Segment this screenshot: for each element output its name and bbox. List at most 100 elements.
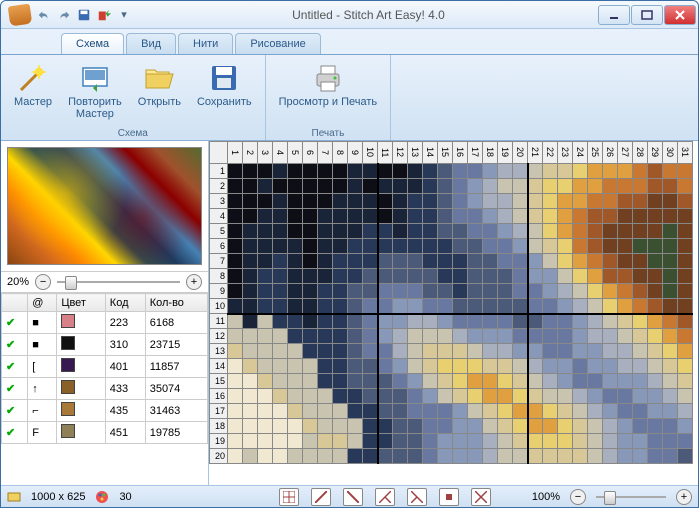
grid-cell[interactable] (588, 359, 603, 374)
grid-cell[interactable] (528, 224, 543, 239)
grid-cell[interactable] (258, 449, 273, 464)
grid-cell[interactable] (663, 419, 678, 434)
grid-cell[interactable] (618, 389, 633, 404)
grid-cell[interactable] (318, 269, 333, 284)
check-icon[interactable]: ✔ (2, 356, 28, 378)
grid-cell[interactable] (558, 179, 573, 194)
grid-cell[interactable] (228, 449, 243, 464)
grid-cell[interactable] (453, 449, 468, 464)
grid-cell[interactable] (663, 299, 678, 314)
grid-cell[interactable] (228, 314, 243, 329)
grid-cell[interactable] (243, 269, 258, 284)
grid-cell[interactable] (558, 314, 573, 329)
grid-cell[interactable] (423, 314, 438, 329)
grid-cell[interactable] (678, 269, 693, 284)
grid-cell[interactable] (468, 419, 483, 434)
grid-cell[interactable] (648, 359, 663, 374)
grid-cell[interactable] (498, 314, 513, 329)
grid-cell[interactable] (318, 164, 333, 179)
grid-cell[interactable] (498, 239, 513, 254)
grid-cell[interactable] (408, 194, 423, 209)
grid-cell[interactable] (333, 194, 348, 209)
open-button[interactable]: Открыть (131, 58, 188, 127)
grid-cell[interactable] (258, 299, 273, 314)
grid-cell[interactable] (423, 239, 438, 254)
grid-cell[interactable] (513, 179, 528, 194)
grid-cell[interactable] (498, 224, 513, 239)
grid-cell[interactable] (393, 164, 408, 179)
grid-cell[interactable] (318, 344, 333, 359)
grid-cell[interactable] (228, 254, 243, 269)
grid-cell[interactable] (348, 344, 363, 359)
grid-cell[interactable] (528, 359, 543, 374)
grid-cell[interactable] (468, 209, 483, 224)
grid-cell[interactable] (618, 209, 633, 224)
grid-cell[interactable] (483, 449, 498, 464)
grid-cell[interactable] (423, 164, 438, 179)
grid-cell[interactable] (258, 374, 273, 389)
grid-cell[interactable] (663, 209, 678, 224)
grid-cell[interactable] (453, 374, 468, 389)
grid-cell[interactable] (453, 209, 468, 224)
grid-cell[interactable] (543, 194, 558, 209)
grid-cell[interactable] (408, 344, 423, 359)
grid-cell[interactable] (543, 419, 558, 434)
grid-cell[interactable] (303, 389, 318, 404)
grid-cell[interactable] (408, 434, 423, 449)
grid-cell[interactable] (633, 209, 648, 224)
grid-cell[interactable] (453, 329, 468, 344)
grid-cell[interactable] (273, 374, 288, 389)
grid-cell[interactable] (468, 179, 483, 194)
grid-cell[interactable] (498, 299, 513, 314)
grid-cell[interactable] (588, 449, 603, 464)
grid-cell[interactable] (408, 224, 423, 239)
grid-cell[interactable] (663, 344, 678, 359)
grid-cell[interactable] (303, 254, 318, 269)
grid-cell[interactable] (588, 254, 603, 269)
grid-cell[interactable] (228, 179, 243, 194)
grid-cell[interactable] (663, 314, 678, 329)
grid-cell[interactable] (633, 239, 648, 254)
grid-cell[interactable] (633, 314, 648, 329)
grid-cell[interactable] (528, 374, 543, 389)
grid-cell[interactable] (378, 389, 393, 404)
grid-cell[interactable] (363, 434, 378, 449)
grid-cell[interactable] (438, 284, 453, 299)
grid-cell[interactable] (603, 449, 618, 464)
grid-cell[interactable] (408, 209, 423, 224)
grid-cell[interactable] (588, 224, 603, 239)
preview-zoom-out-button[interactable]: − (35, 274, 51, 290)
grid-cell[interactable] (288, 164, 303, 179)
grid-cell[interactable] (423, 269, 438, 284)
grid-cell[interactable] (423, 374, 438, 389)
grid-cell[interactable] (333, 344, 348, 359)
grid-cell[interactable] (318, 449, 333, 464)
grid-cell[interactable] (228, 389, 243, 404)
status-zoom-in-button[interactable]: + (676, 489, 692, 505)
minimize-button[interactable] (598, 5, 630, 25)
grid-cell[interactable] (663, 359, 678, 374)
grid-cell[interactable] (258, 344, 273, 359)
grid-cell[interactable] (633, 164, 648, 179)
grid-cell[interactable] (393, 419, 408, 434)
grid-cell[interactable] (558, 449, 573, 464)
grid-cell[interactable] (258, 329, 273, 344)
grid-cell[interactable] (288, 434, 303, 449)
grid-cell[interactable] (603, 284, 618, 299)
grid-cell[interactable] (618, 179, 633, 194)
grid-cell[interactable] (258, 269, 273, 284)
grid-cell[interactable] (513, 269, 528, 284)
grid-cell[interactable] (303, 404, 318, 419)
grid-cell[interactable] (258, 314, 273, 329)
grid-cell[interactable] (228, 164, 243, 179)
grid-cell[interactable] (453, 404, 468, 419)
grid-cell[interactable] (393, 194, 408, 209)
grid-cell[interactable] (558, 329, 573, 344)
grid-cell[interactable] (528, 389, 543, 404)
grid-cell[interactable] (318, 194, 333, 209)
grid-cell[interactable] (243, 254, 258, 269)
grid-cell[interactable] (633, 419, 648, 434)
grid-cell[interactable] (438, 299, 453, 314)
grid-cell[interactable] (228, 239, 243, 254)
grid-cell[interactable] (618, 284, 633, 299)
